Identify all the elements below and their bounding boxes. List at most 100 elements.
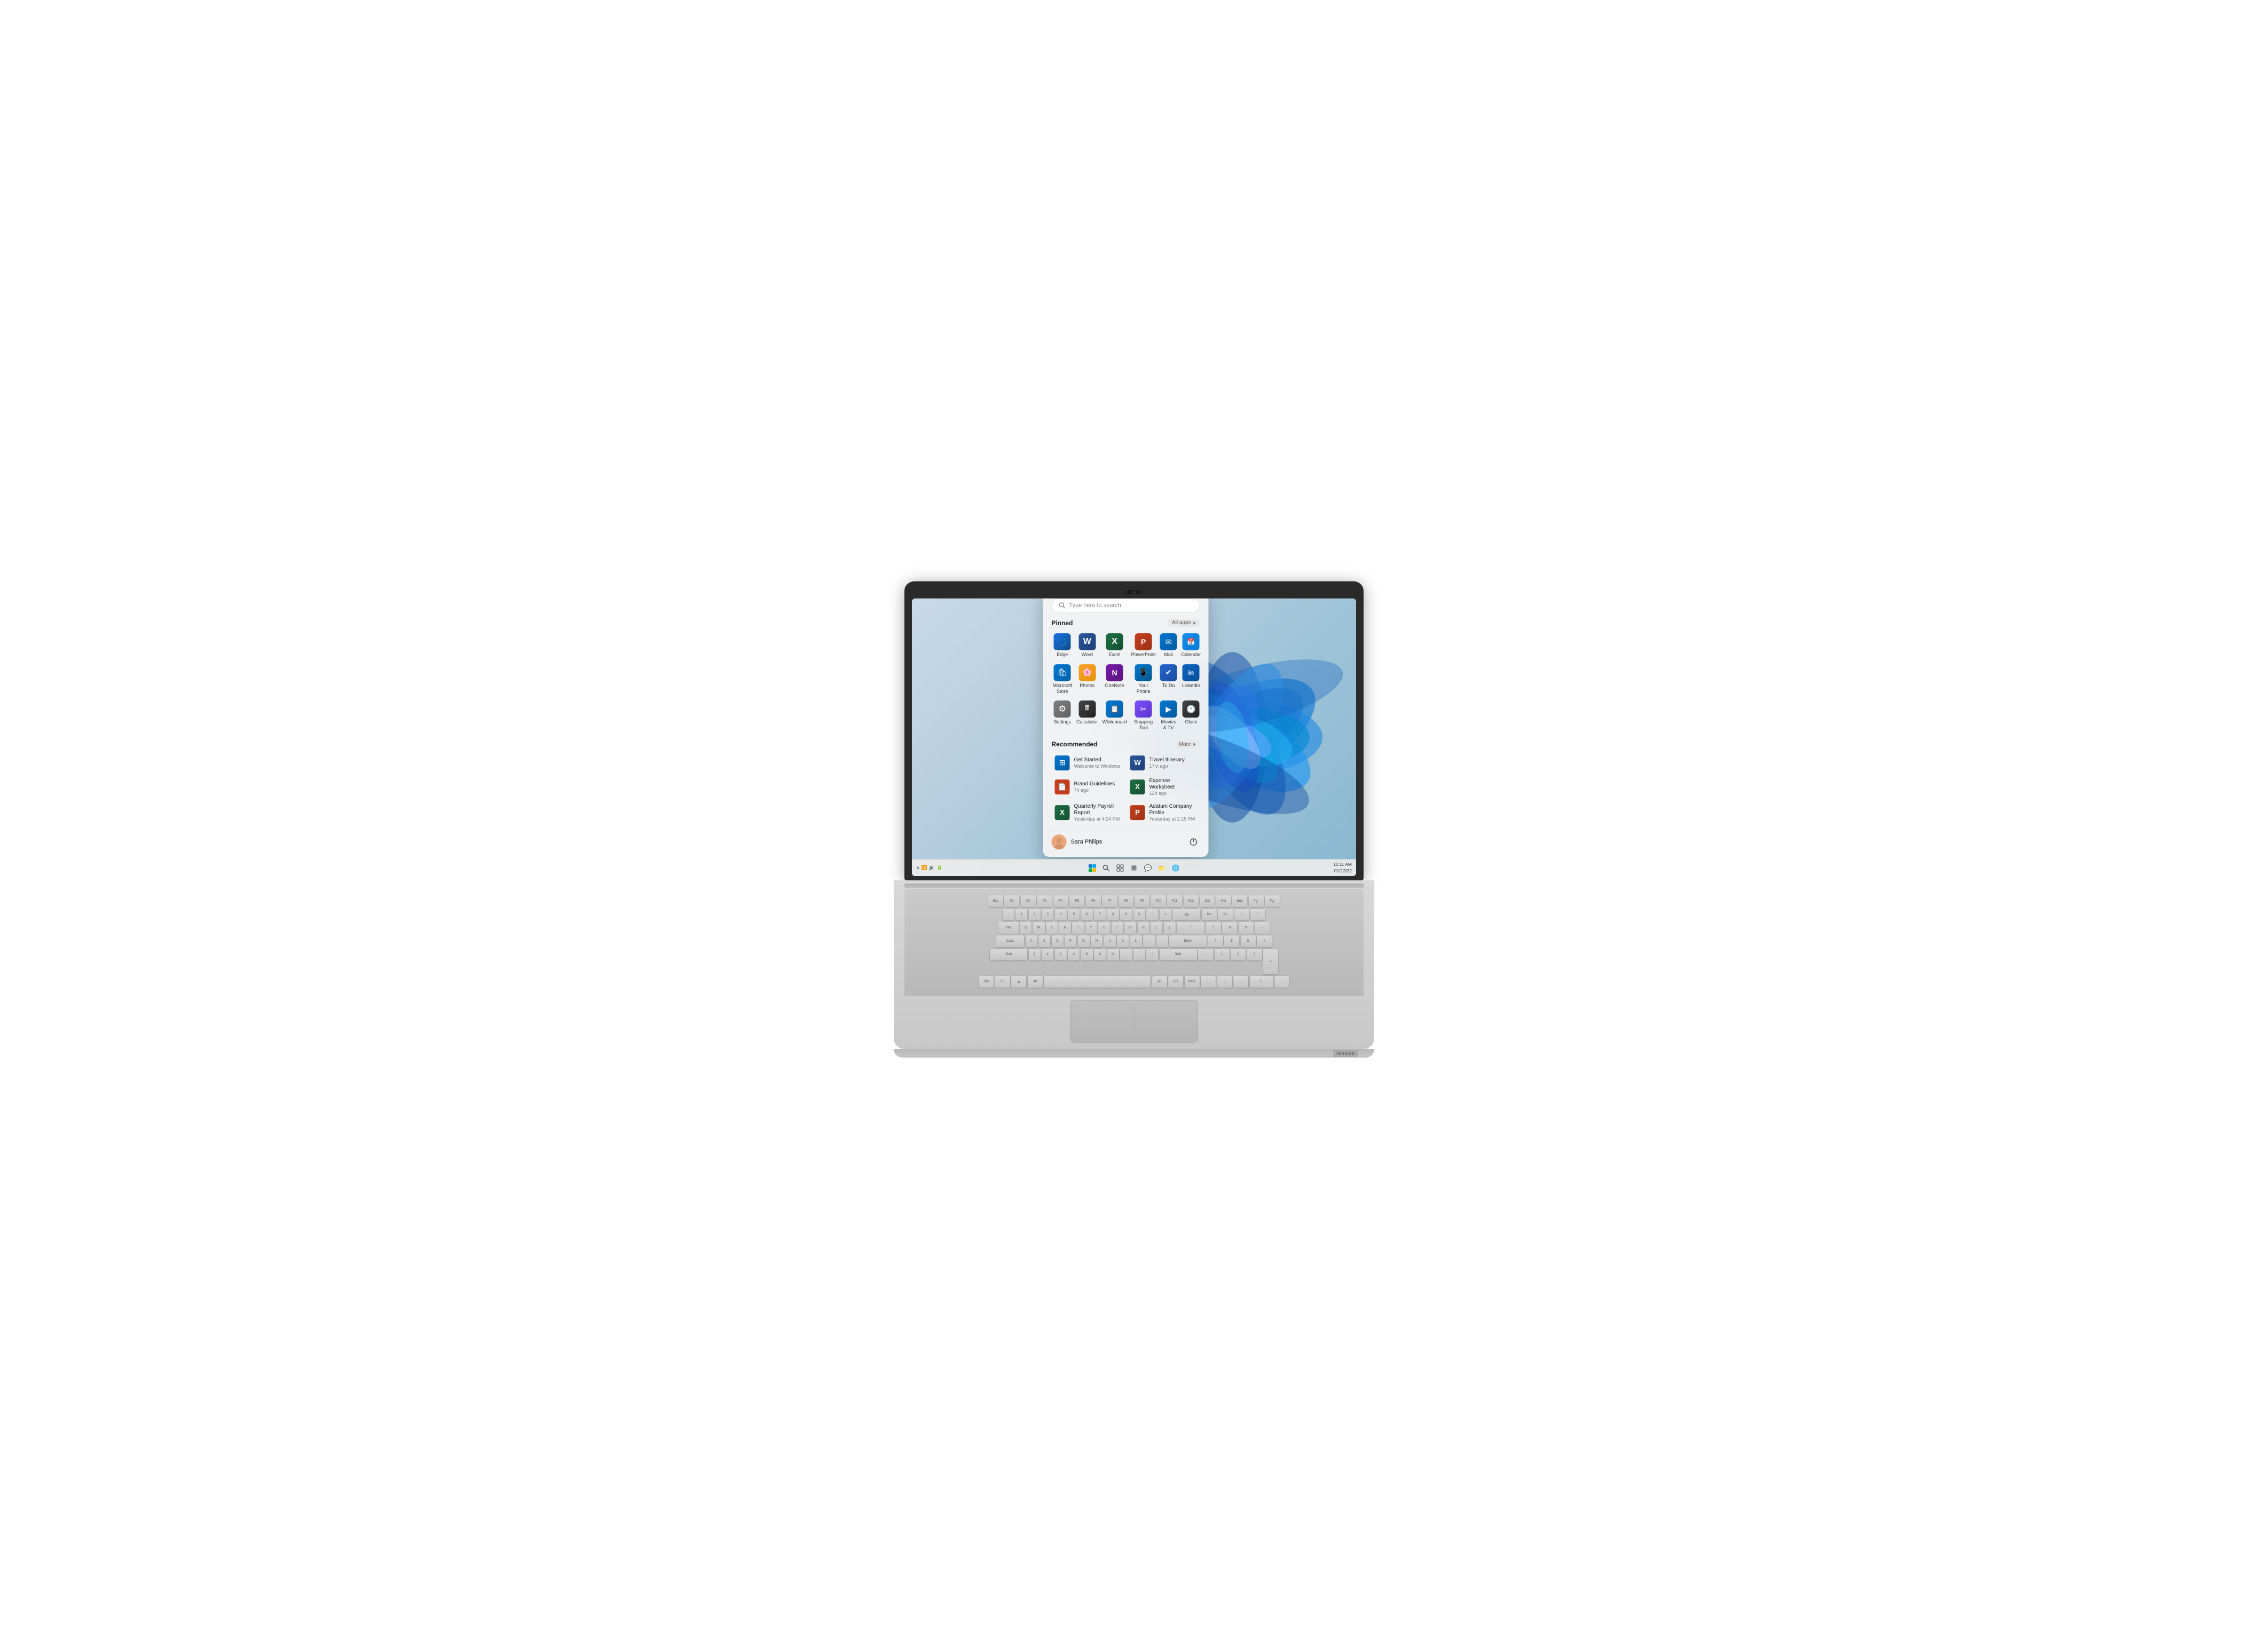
app-mail[interactable]: ✉ Mail [1159, 631, 1178, 660]
z-key[interactable]: Z [1029, 949, 1041, 960]
num-minus[interactable]: - [1255, 922, 1270, 934]
del-key[interactable]: Del [1200, 895, 1215, 907]
equals-key[interactable]: = [1160, 909, 1171, 920]
num4-key[interactable]: 4 [1208, 935, 1223, 947]
3-key[interactable]: 3 [1042, 909, 1053, 920]
app-snipping[interactable]: ✂ Snipping Tool [1130, 698, 1157, 733]
ctrl-l-key[interactable]: Ctrl [979, 976, 994, 988]
app-edge[interactable]: Edge [1052, 631, 1074, 660]
pgdn-key[interactable]: Pg↓ [1265, 895, 1280, 907]
capslock-key[interactable]: Caps [996, 935, 1024, 947]
app-movies[interactable]: ▶ Movies & TV [1159, 698, 1178, 733]
down-key[interactable]: ↓ [1217, 976, 1232, 988]
num-plus[interactable]: + [1257, 935, 1272, 947]
s-key[interactable]: S [1038, 935, 1050, 947]
o-key[interactable]: O [1124, 922, 1136, 934]
lshift-key[interactable]: Shift [990, 949, 1027, 960]
q-key[interactable]: Q [1020, 922, 1031, 934]
g-key[interactable]: G [1078, 935, 1090, 947]
f10-key[interactable]: F10 [1151, 895, 1166, 907]
power-button[interactable] [1187, 836, 1200, 848]
1-key[interactable]: 1 [1015, 909, 1027, 920]
app-linkedin[interactable]: in LinkedIn [1180, 662, 1202, 697]
h-key[interactable]: H [1091, 935, 1102, 947]
4-key[interactable]: 4 [1055, 909, 1067, 920]
pgup-key[interactable]: Pg↑ [1249, 895, 1264, 907]
taskbar-chat-icon[interactable]: 💬 [1142, 862, 1154, 874]
9-key[interactable]: 9 [1120, 909, 1132, 920]
app-clock[interactable]: 🕐 Clock [1180, 698, 1202, 733]
f4-key[interactable]: F4 [1053, 895, 1068, 907]
taskbar-folder-icon[interactable]: 📁 [1156, 862, 1168, 874]
2-key[interactable]: 2 [1029, 909, 1041, 920]
7-key[interactable]: 7 [1094, 909, 1106, 920]
semicolon-key[interactable]: ; [1143, 935, 1155, 947]
6-key[interactable]: 6 [1081, 909, 1093, 920]
rec-expense[interactable]: X Expense Worksheet 12h ago [1127, 775, 1200, 799]
slash-key[interactable]: / [1146, 949, 1158, 960]
f1-key[interactable]: F1 [1004, 895, 1019, 907]
alt-r-key[interactable]: Alt [1152, 976, 1167, 988]
app-whiteboard[interactable]: 📋 Whiteboard [1101, 698, 1128, 733]
tab-key[interactable]: Tab [998, 922, 1019, 934]
windows-start-button[interactable] [1086, 862, 1098, 874]
i-key[interactable]: I [1112, 922, 1123, 934]
home-key[interactable]: Hm [1216, 895, 1231, 907]
r-key[interactable]: R [1059, 922, 1071, 934]
right-key[interactable]: → [1233, 976, 1248, 988]
b-key[interactable]: B [1081, 949, 1093, 960]
num6-key[interactable]: 6 [1241, 935, 1256, 947]
numlock-key[interactable]: NL [1218, 909, 1233, 920]
left-key[interactable]: ← [1201, 976, 1216, 988]
f-key[interactable]: F [1065, 935, 1076, 947]
prtsc-key[interactable]: PrtSc [1185, 976, 1200, 988]
rec-payroll[interactable]: X Quarterly Payroll Report Yesterday at … [1052, 801, 1125, 824]
p-key[interactable]: P [1138, 922, 1149, 934]
taskbar-windows-icon[interactable]: ⊞ [1128, 862, 1140, 874]
num8-key[interactable]: 8 [1222, 922, 1237, 934]
d-key[interactable]: D [1052, 935, 1064, 947]
app-photos[interactable]: 🌸 Photos [1075, 662, 1099, 697]
5-key[interactable]: 5 [1068, 909, 1080, 920]
l-key[interactable]: L [1130, 935, 1142, 947]
num7-key[interactable]: 7 [1206, 922, 1221, 934]
taskbar-search-button[interactable] [1100, 862, 1112, 874]
f9-key[interactable]: F9 [1135, 895, 1149, 907]
num-star[interactable]: * [1250, 909, 1265, 920]
k-key[interactable]: K [1117, 935, 1129, 947]
user-info[interactable]: Sara Philips [1052, 834, 1102, 849]
0-key[interactable]: 0 [1133, 909, 1145, 920]
f6-key[interactable]: F6 [1086, 895, 1101, 907]
end-key[interactable]: End [1232, 895, 1247, 907]
w-key[interactable]: W [1033, 922, 1045, 934]
u-key[interactable]: U [1098, 922, 1110, 934]
n-key[interactable]: N [1094, 949, 1106, 960]
app-calendar[interactable]: 📅 Calendar [1180, 631, 1202, 660]
ctrl-r-key[interactable]: Ctrl [1168, 976, 1183, 988]
system-tray-arrow[interactable]: ∧ [916, 865, 920, 871]
alt-l-key[interactable]: Alt [1028, 976, 1043, 988]
all-apps-button[interactable]: All apps [1168, 619, 1200, 627]
f11-key[interactable]: F11 [1167, 895, 1182, 907]
app-powerpoint[interactable]: P PowerPoint [1130, 631, 1157, 660]
quote-key[interactable]: ' [1156, 935, 1168, 947]
up-key[interactable]: ↑ [1198, 949, 1213, 960]
num9-key[interactable]: 9 [1239, 922, 1254, 934]
m-key[interactable]: M [1107, 949, 1119, 960]
t-key[interactable]: T [1072, 922, 1084, 934]
enter-key[interactable]: Enter [1169, 935, 1207, 947]
numdot-key[interactable]: . [1274, 976, 1289, 988]
8-key[interactable]: 8 [1107, 909, 1119, 920]
comma-key[interactable]: , [1120, 949, 1132, 960]
f8-key[interactable]: F8 [1119, 895, 1133, 907]
num-slash[interactable]: / [1234, 909, 1249, 920]
taskbar-clock[interactable]: 11:11 AM 01/12/22 [1333, 862, 1352, 873]
rbracket-key[interactable]: ] [1164, 922, 1176, 934]
taskbar-edge-icon[interactable]: 🌐 [1170, 862, 1182, 874]
num2-key[interactable]: 2 [1231, 949, 1246, 960]
period-key[interactable]: . [1133, 949, 1145, 960]
backspace-key[interactable]: ⌫ [1172, 909, 1200, 920]
numenter-key[interactable]: ↵ [1263, 949, 1278, 974]
esc-key[interactable]: Esc [988, 895, 1003, 907]
minus-key[interactable]: - [1146, 909, 1158, 920]
